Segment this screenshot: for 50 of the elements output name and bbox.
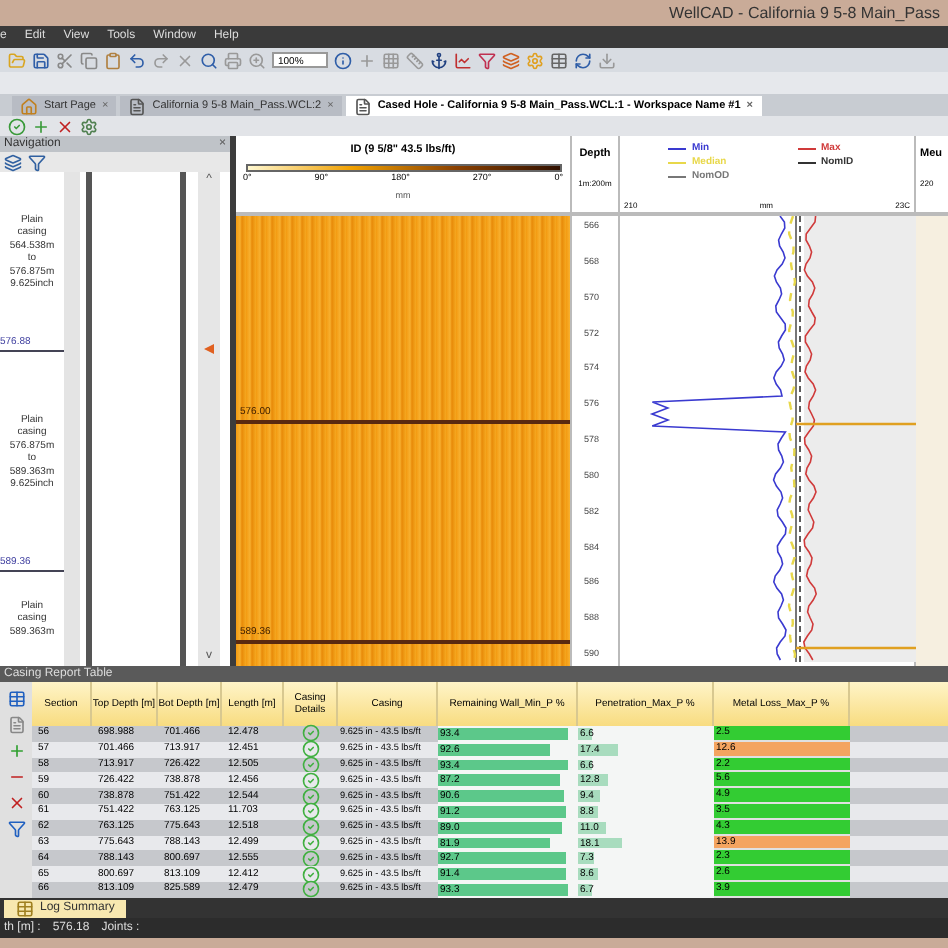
grid-icon[interactable] [382, 51, 400, 69]
scissors-icon[interactable] [56, 51, 74, 69]
info-icon[interactable] [334, 51, 352, 69]
table-icon[interactable] [16, 900, 34, 918]
check-icon[interactable] [302, 865, 320, 884]
anchor-icon[interactable] [430, 51, 448, 69]
table-icon[interactable] [7, 690, 25, 708]
table-icon[interactable] [550, 51, 568, 69]
download-icon[interactable] [598, 51, 616, 69]
check-icon[interactable] [302, 724, 320, 743]
filter-icon[interactable] [7, 820, 25, 838]
check-icon[interactable] [302, 771, 320, 790]
check-icon[interactable] [302, 849, 320, 868]
delete-icon[interactable] [56, 117, 74, 135]
add-icon[interactable] [32, 117, 50, 135]
undo-icon[interactable] [128, 51, 146, 69]
search-icon[interactable] [200, 51, 218, 69]
clipboard-icon[interactable] [104, 51, 122, 69]
printer-icon[interactable] [224, 51, 242, 69]
add-row-icon[interactable] [7, 742, 25, 760]
check-icon[interactable] [302, 740, 320, 759]
ruler-icon[interactable] [406, 51, 424, 69]
check-icon[interactable] [302, 756, 320, 774]
layers-icon[interactable] [4, 153, 22, 171]
check-icon[interactable] [302, 833, 320, 852]
close-icon[interactable] [176, 51, 194, 69]
home-icon[interactable] [20, 97, 38, 115]
zoom-icon[interactable] [248, 51, 266, 69]
filter-icon[interactable] [478, 51, 496, 69]
check-icon[interactable] [302, 802, 320, 821]
document-icon[interactable] [128, 97, 147, 115]
folder-icon[interactable] [8, 51, 26, 69]
refresh-icon[interactable] [574, 51, 592, 69]
redo-icon[interactable] [152, 51, 170, 69]
circle-icon[interactable] [8, 117, 26, 135]
settings-icon[interactable] [526, 51, 544, 69]
check-icon[interactable] [302, 880, 320, 899]
filter-icon[interactable] [28, 153, 46, 171]
check-icon[interactable] [302, 787, 320, 806]
delete-icon[interactable] [7, 794, 25, 812]
gear-icon[interactable] [80, 117, 98, 135]
plus-icon[interactable] [358, 51, 376, 69]
window-title: WellCAD - California 9 5-8 Main_Pass [669, 1, 940, 25]
copy-icon[interactable] [80, 51, 98, 69]
save-icon[interactable] [32, 51, 50, 69]
check-icon[interactable] [302, 818, 320, 837]
pointer-icon [204, 344, 214, 354]
document-icon[interactable] [353, 97, 372, 115]
layers-icon[interactable] [502, 51, 520, 69]
chart-icon[interactable] [454, 51, 472, 69]
